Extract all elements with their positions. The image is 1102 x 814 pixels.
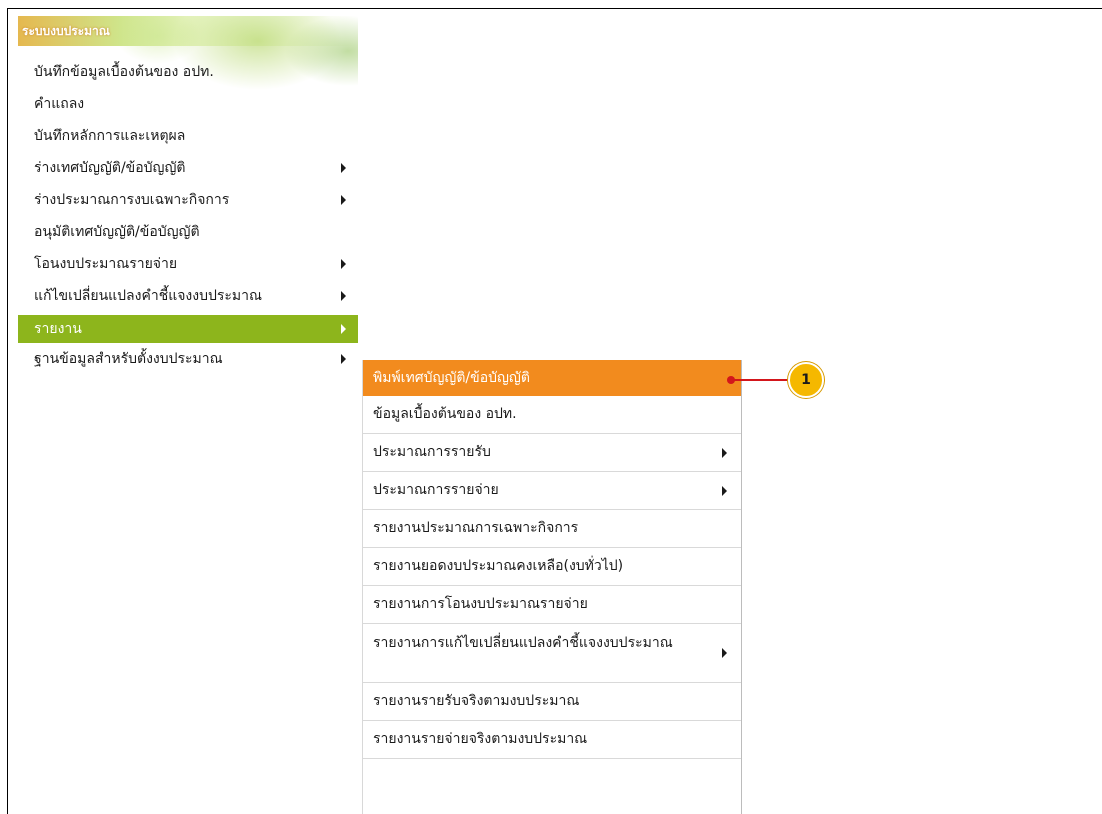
menu-item-budget-database[interactable]: ฐานข้อมูลสำหรับตั้งงบประมาณ — [18, 343, 358, 375]
submenu-item-label: พิมพ์เทศบัญญัติ/ข้อบัญญัติ — [373, 370, 530, 386]
reports-submenu: พิมพ์เทศบัญญัติ/ข้อบัญญัติ ข้อมูลเบื้องต… — [362, 360, 742, 814]
menu-banner: ระบบงบประมาณ — [18, 16, 358, 46]
submenu-item-remaining-budget[interactable]: รายงานยอดงบประมาณคงเหลือ(งบทั่วไป) — [363, 548, 741, 586]
submenu-item-label: ประมาณการรายรับ — [373, 444, 491, 460]
submenu-item-label: รายงานรายจ่ายจริงตามงบประมาณ — [373, 731, 588, 747]
menu-item-draft-enterprise[interactable]: ร่างประมาณการงบเฉพาะกิจการ — [18, 184, 358, 216]
menu-item-basic-info[interactable]: บันทึกข้อมูลเบื้องต้นของ อปท. — [18, 56, 358, 88]
submenu-arrow-icon — [341, 163, 346, 173]
menu-item-principles[interactable]: บันทึกหลักการและเหตุผล — [18, 120, 358, 152]
menu-item-label: อนุมัติเทศบัญญัติ/ข้อบัญญัติ — [34, 224, 200, 240]
submenu-item-label: ข้อมูลเบื้องต้นของ อปท. — [373, 406, 517, 422]
submenu-item-label: รายงานยอดงบประมาณคงเหลือ(งบทั่วไป) — [373, 558, 624, 574]
menu-item-list: บันทึกข้อมูลเบื้องต้นของ อปท. คำแถลง บัน… — [18, 56, 358, 375]
menu-banner-title: ระบบงบประมาณ — [22, 24, 110, 38]
submenu-item-edit-explanation-report[interactable]: รายงานการแก้ไขเปลี่ยนแปลงคำชี้แจงงบประมา… — [363, 624, 741, 683]
callout-step-badge: 1 — [788, 362, 824, 398]
submenu-item-label: รายงานประมาณการเฉพาะกิจการ — [373, 520, 579, 536]
menu-item-label: ร่างประมาณการงบเฉพาะกิจการ — [34, 192, 230, 208]
submenu-arrow-icon — [341, 259, 346, 269]
menu-item-label: บันทึกหลักการและเหตุผล — [34, 128, 186, 144]
submenu-arrow-icon — [341, 324, 346, 334]
submenu-arrow-icon — [722, 648, 727, 658]
submenu-arrow-icon — [722, 447, 727, 458]
submenu-arrow-icon — [722, 485, 727, 496]
submenu-arrow-icon — [341, 195, 346, 205]
menu-item-label: โอนงบประมาณรายจ่าย — [34, 256, 178, 272]
submenu-item-print-ordinance[interactable]: พิมพ์เทศบัญญัติ/ข้อบัญญัติ — [363, 360, 741, 396]
submenu-item-enterprise-report[interactable]: รายงานประมาณการเฉพาะกิจการ — [363, 510, 741, 548]
submenu-item-label: ประมาณการรายจ่าย — [373, 482, 499, 498]
submenu-item-transfer-report[interactable]: รายงานการโอนงบประมาณรายจ่าย — [363, 586, 741, 624]
menu-item-reports[interactable]: รายงาน — [18, 315, 358, 343]
callout-pointer-dot — [727, 376, 735, 384]
submenu-item-actual-revenue[interactable]: รายงานรายรับจริงตามงบประมาณ — [363, 683, 741, 721]
submenu-item-revenue-estimate[interactable]: ประมาณการรายรับ — [363, 434, 741, 472]
frame-left-border — [7, 8, 8, 814]
submenu-item-label: รายงานการโอนงบประมาณรายจ่าย — [373, 596, 588, 612]
submenu-item-label: รายงานรายรับจริงตามงบประมาณ — [373, 693, 580, 709]
submenu-arrow-icon — [341, 354, 346, 364]
menu-item-edit-explanation[interactable]: แก้ไขเปลี่ยนแปลงคำชี้แจงงบประมาณ — [18, 280, 358, 312]
main-menu: ระบบงบประมาณ บันทึกข้อมูลเบื้องต้นของ อป… — [18, 16, 358, 432]
submenu-arrow-icon — [341, 291, 346, 301]
frame-top-border — [7, 8, 1102, 9]
menu-item-label: ร่างเทศบัญญัติ/ข้อบัญญัติ — [34, 160, 186, 176]
menu-item-statement[interactable]: คำแถลง — [18, 88, 358, 120]
menu-item-draft-ordinance[interactable]: ร่างเทศบัญญัติ/ข้อบัญญัติ — [18, 152, 358, 184]
menu-item-label: บันทึกข้อมูลเบื้องต้นของ อปท. — [34, 64, 214, 80]
menu-item-label: คำแถลง — [34, 96, 85, 112]
callout-pointer-line — [730, 379, 788, 381]
submenu-item-expense-estimate[interactable]: ประมาณการรายจ่าย — [363, 472, 741, 510]
menu-item-label: ฐานข้อมูลสำหรับตั้งงบประมาณ — [34, 351, 223, 367]
menu-item-transfer-budget[interactable]: โอนงบประมาณรายจ่าย — [18, 248, 358, 280]
submenu-item-label: รายงานการแก้ไขเปลี่ยนแปลงคำชี้แจงงบประมา… — [373, 635, 673, 651]
menu-item-label: แก้ไขเปลี่ยนแปลงคำชี้แจงงบประมาณ — [34, 288, 262, 304]
submenu-item-basic-info[interactable]: ข้อมูลเบื้องต้นของ อปท. — [363, 396, 741, 434]
menu-item-label: รายงาน — [34, 321, 82, 337]
menu-item-approve-ordinance[interactable]: อนุมัติเทศบัญญัติ/ข้อบัญญัติ — [18, 216, 358, 248]
submenu-item-actual-expense[interactable]: รายงานรายจ่ายจริงตามงบประมาณ — [363, 721, 741, 759]
